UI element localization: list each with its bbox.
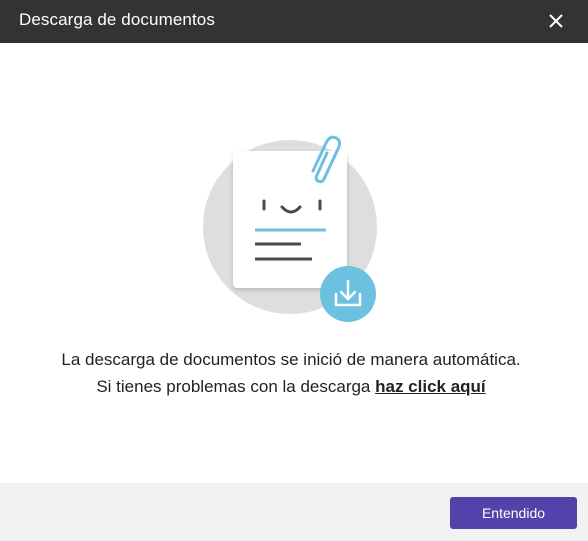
download-dialog: Descarga de documentos La descarga de do…: [0, 0, 588, 541]
download-icon: [320, 266, 376, 322]
close-icon[interactable]: [546, 11, 566, 31]
dialog-header: Descarga de documentos: [0, 0, 588, 43]
message-line-2-text: Si tienes problemas con la descarga: [96, 377, 376, 396]
click-here-link[interactable]: haz click aquí: [375, 377, 486, 396]
document-download-illustration: [196, 131, 392, 331]
message-line-2: Si tienes problemas con la descarga haz …: [0, 373, 582, 400]
dialog-content: La descarga de documentos se inició de m…: [0, 43, 588, 483]
dialog-footer: Entendido: [0, 483, 588, 541]
download-message: La descarga de documentos se inició de m…: [0, 346, 582, 400]
message-line-1: La descarga de documentos se inició de m…: [61, 350, 521, 369]
dialog-title: Descarga de documentos: [19, 10, 215, 29]
confirm-button[interactable]: Entendido: [450, 497, 577, 529]
